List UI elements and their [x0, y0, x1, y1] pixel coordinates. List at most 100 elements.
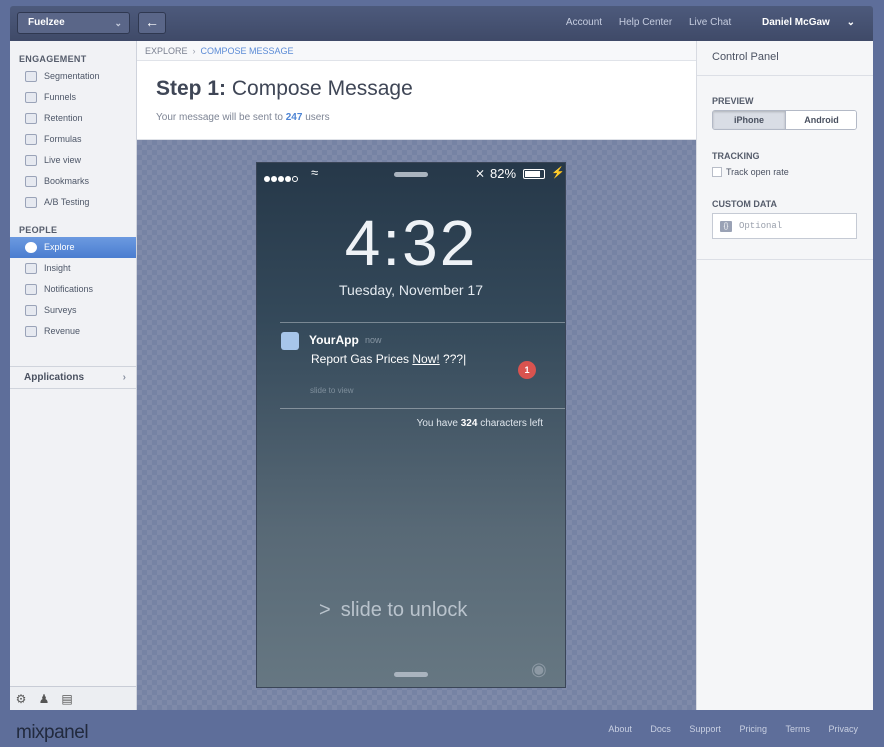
gear-icon[interactable]: ⚙	[12, 690, 30, 708]
live-view-icon	[25, 155, 37, 166]
ab-testing-icon	[25, 197, 37, 208]
sidebar-item-insight[interactable]: Insight	[10, 258, 136, 279]
help-center-link[interactable]: Help Center	[619, 17, 672, 28]
custom-data-field[interactable]: {} Optional	[712, 213, 857, 239]
sidebar-item-live-view[interactable]: Live view	[10, 150, 136, 171]
sidebar-item-label: Surveys	[44, 305, 77, 315]
title-text: Compose Message	[231, 77, 413, 100]
signal-icon	[264, 170, 299, 185]
main-content: EXPLORE › COMPOSE MESSAGE Step 1: Compose …	[137, 41, 696, 710]
sidebar-item-surveys[interactable]: Surveys	[10, 300, 136, 321]
sidebar: ENGAGEMENT Segmentation Funnels Retentio…	[10, 41, 137, 710]
support-link[interactable]: Support	[689, 724, 721, 734]
notification-time: now	[365, 335, 382, 345]
sidebar-item-retention[interactable]: Retention	[10, 108, 136, 129]
app-name: YourApp	[309, 333, 359, 347]
sidebar-item-label: Notifications	[44, 284, 94, 294]
notifications-icon	[25, 284, 37, 295]
chevron-right-icon: ›	[192, 46, 196, 56]
message-editor[interactable]: Report Gas Prices Now! ???|	[311, 352, 466, 366]
top-bar: Fuelzee ⌄ ← Account Help Center Live Cha…	[10, 6, 873, 41]
mixpanel-logo[interactable]: mixpanel	[16, 722, 89, 744]
sidebar-item-funnels[interactable]: Funnels	[10, 87, 136, 108]
slide-to-view: slide to view	[310, 386, 354, 395]
sidebar-footer: ⚙ ♟ ▤	[10, 686, 136, 710]
top-grabber	[394, 172, 428, 177]
chevron-down-icon: ⌄	[846, 17, 855, 28]
user-menu[interactable]: Daniel McGaw ⌄	[748, 17, 855, 28]
preview-toggle: iPhone Android	[712, 110, 857, 130]
summary-suffix: users	[305, 112, 330, 123]
summary-prefix: Your message will be sent to	[156, 112, 283, 123]
terms-link[interactable]: Terms	[785, 724, 810, 734]
docs-link[interactable]: Docs	[650, 724, 671, 734]
people-title: PEOPLE	[19, 225, 58, 235]
applications-menu[interactable]: Applications ›	[10, 366, 136, 389]
bottom-grabber	[394, 672, 428, 677]
sidebar-item-revenue[interactable]: Revenue	[10, 321, 136, 342]
iphone-preview: ≈ ⨯ 82% ⚡ 4:32 Tuesday, November 17 Your…	[257, 163, 565, 687]
arrow-left-icon: ←	[145, 14, 159, 30]
tracking-title: TRACKING	[712, 151, 760, 161]
preview-stage: ≈ ⨯ 82% ⚡ 4:32 Tuesday, November 17 Your…	[137, 140, 696, 710]
sidebar-item-label: Funnels	[44, 92, 77, 102]
sidebar-item-bookmarks[interactable]: Bookmarks	[10, 171, 136, 192]
chars-suffix: characters left	[480, 418, 543, 429]
add-user-icon[interactable]: ♟	[35, 690, 53, 708]
braces-icon: {}	[720, 221, 732, 232]
sidebar-item-label: Insight	[44, 263, 71, 273]
account-link[interactable]: Account	[566, 17, 602, 28]
sidebar-item-label: Revenue	[44, 326, 81, 336]
preview-title: PREVIEW	[712, 96, 754, 106]
iphone-option[interactable]: iPhone	[713, 111, 785, 129]
live-chat-link[interactable]: Live Chat	[689, 17, 731, 28]
chars-prefix: You have	[416, 418, 458, 429]
project-name: Fuelzee	[28, 17, 65, 28]
applications-label: Applications	[24, 372, 85, 383]
user-name: Daniel McGaw	[762, 17, 830, 28]
track-open-rate-checkbox[interactable]	[712, 167, 722, 177]
revenue-icon	[25, 326, 37, 337]
custom-data-title: CUSTOM DATA	[712, 199, 777, 209]
sidebar-item-notifications[interactable]: Notifications	[10, 279, 136, 300]
recipient-summary: Your message will be sent to 247 users	[156, 112, 330, 123]
breadcrumb-current: COMPOSE MESSAGE	[200, 46, 294, 56]
archive-icon[interactable]: ▤	[58, 690, 76, 708]
privacy-link[interactable]: Privacy	[828, 724, 858, 734]
sidebar-item-formulas[interactable]: Formulas	[10, 129, 136, 150]
message-text: Report Gas Prices	[311, 352, 413, 366]
user-count: 247	[285, 112, 303, 123]
control-panel-title: Control Panel	[697, 41, 873, 76]
page-header: Step 1: Compose Message Your message wil…	[137, 61, 696, 140]
bookmark-icon	[25, 176, 37, 187]
chevron-down-icon: ⌄	[114, 18, 122, 28]
divider	[697, 259, 873, 260]
sidebar-item-explore[interactable]: Explore	[10, 237, 136, 258]
pricing-link[interactable]: Pricing	[739, 724, 767, 734]
page-title: Step 1: Compose Message	[156, 77, 413, 101]
pie-chart-icon	[25, 71, 37, 82]
charging-icon: ⚡	[551, 167, 565, 179]
divider	[280, 408, 565, 409]
chars-left: 324	[460, 418, 478, 429]
sidebar-item-ab-testing[interactable]: A/B Testing	[10, 192, 136, 213]
footer-links: About Docs Support Pricing Terms Privacy	[592, 724, 858, 734]
about-link[interactable]: About	[608, 724, 632, 734]
breadcrumb: EXPLORE › COMPOSE MESSAGE	[137, 41, 696, 61]
sidebar-item-segmentation[interactable]: Segmentation	[10, 66, 136, 87]
top-links: Account Help Center Live Chat Daniel McG…	[552, 17, 855, 28]
project-select[interactable]: Fuelzee ⌄	[17, 12, 130, 34]
insight-icon	[25, 263, 37, 274]
back-button[interactable]: ←	[138, 12, 166, 34]
battery-percent: 82%	[490, 166, 517, 181]
custom-data-placeholder: Optional	[739, 221, 783, 231]
explore-icon	[25, 242, 37, 253]
lock-clock: 4:32	[344, 207, 478, 279]
android-option[interactable]: Android	[785, 111, 856, 129]
battery-icon	[523, 169, 545, 179]
sidebar-item-label: Segmentation	[44, 71, 100, 81]
breadcrumb-explore[interactable]: EXPLORE	[145, 46, 188, 56]
chevron-right-icon: ›	[122, 372, 126, 383]
error-badge[interactable]: 1	[518, 361, 536, 379]
step-label: Step 1:	[156, 77, 227, 100]
